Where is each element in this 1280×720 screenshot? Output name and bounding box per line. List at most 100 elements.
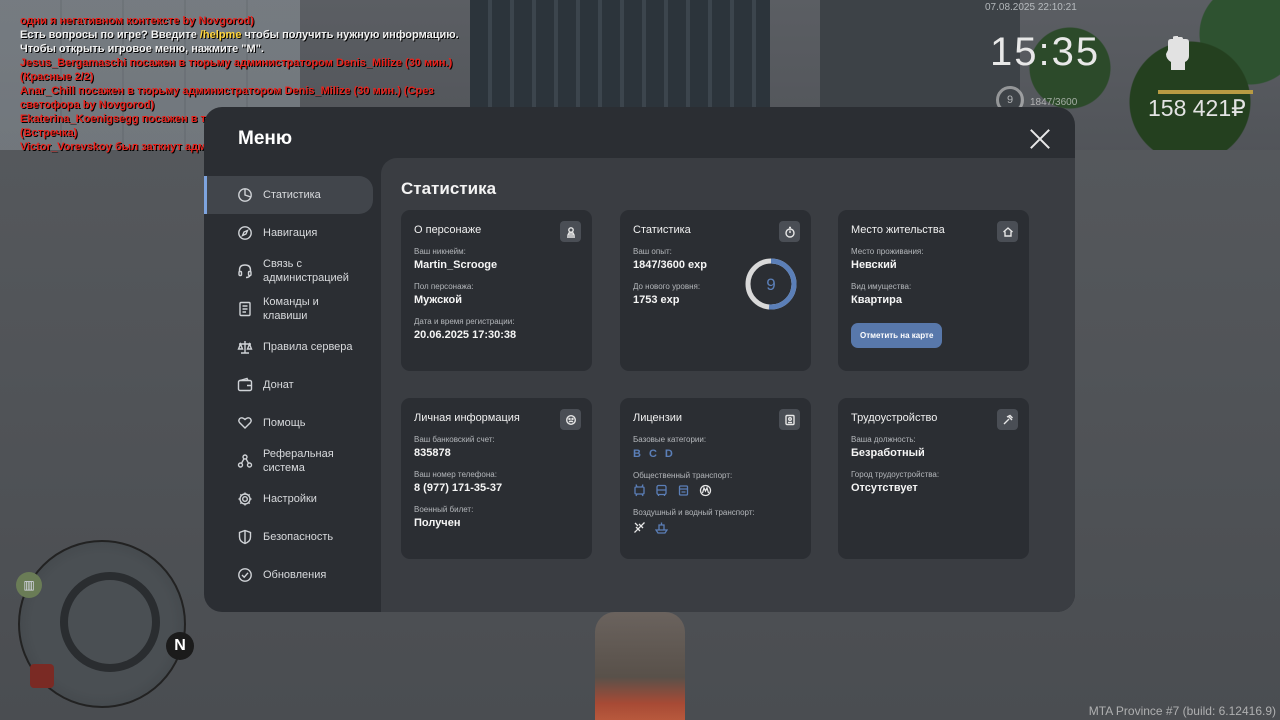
- bank-label: Ваш банковский счет:: [414, 435, 495, 444]
- hud-date: 07.08.2025 22:10:21: [985, 2, 1077, 13]
- basic-categories: BCD: [633, 448, 798, 460]
- menu-content: Статистика О персонаже Ваш никнейм: Mart…: [381, 158, 1075, 612]
- sidebar-item-label: Безопасность: [263, 531, 334, 543]
- card-character: О персонаже Ваш никнейм: Martin_Scrooge …: [401, 210, 592, 371]
- sidebar-item[interactable]: Настройки: [204, 480, 376, 518]
- card-licenses: Лицензии Базовые категории: BCD Обществе…: [620, 398, 811, 559]
- card-title: Трудоустройство: [851, 412, 938, 424]
- level-value: 9: [766, 275, 775, 294]
- game-menu: Меню Статистика Навигация Связь с админист…: [204, 107, 1075, 612]
- card-stats: Статистика Ваш опыт: 1847/3600 exp До но…: [620, 210, 811, 371]
- reg-label: Дата и время регистрации:: [414, 317, 515, 326]
- house-icon: [997, 221, 1018, 242]
- hud-money-bar: [1158, 90, 1253, 94]
- card-title: Лицензии: [633, 412, 683, 424]
- card-job: Трудоустройство Ваша должность: Безработ…: [838, 398, 1029, 559]
- card-personal: Личная информация Ваш банковский счет: 8…: [401, 398, 592, 559]
- sidebar-item-label: Связь с администрацией: [263, 258, 349, 284]
- license-category: D: [664, 448, 673, 460]
- card-title: Личная информация: [414, 412, 520, 424]
- sidebar-item-label: Донат: [263, 379, 294, 391]
- sidebar-item-label: Реферальная система: [263, 448, 334, 474]
- military-value: Получен: [414, 517, 461, 529]
- trolleybus-icon: [634, 484, 645, 497]
- hud-clock: 15:35: [990, 30, 1101, 74]
- content-title: Статистика: [401, 179, 497, 198]
- air-water-icons: [633, 521, 798, 534]
- reg-value: 20.06.2025 17:30:38: [414, 329, 517, 341]
- id-card-icon: [779, 409, 800, 430]
- wallet-icon: [237, 377, 253, 393]
- air-water-transport-label: Воздушный и водный транспорт:: [633, 508, 755, 517]
- chat-fragment: чтобы получить нужную информацию.: [241, 29, 459, 41]
- level-progress-ring: 9: [745, 258, 797, 310]
- license-category: B: [633, 448, 641, 460]
- plane-icon: [634, 522, 645, 533]
- license-category: C: [648, 448, 657, 460]
- hud-level: 9: [1006, 94, 1014, 106]
- minimap-north: N: [166, 632, 194, 660]
- boat-icon: [655, 522, 668, 534]
- player-character: [595, 612, 685, 720]
- chat-line: одни я негативном контексте by Novgorod): [20, 14, 465, 28]
- gear-icon: [237, 491, 253, 507]
- card-title: Место жительства: [851, 224, 945, 236]
- shield-icon: [237, 529, 253, 545]
- sidebar-item[interactable]: Правила сервера: [204, 328, 376, 366]
- mark-on-map-button[interactable]: Отметить на карте: [851, 323, 943, 348]
- sidebar-item[interactable]: Безопасность: [204, 518, 376, 556]
- face-icon: [560, 409, 581, 430]
- stopwatch-icon: [779, 221, 800, 242]
- sidebar-item-label: Статистика: [263, 189, 321, 201]
- nick-value: Martin_Scrooge: [414, 259, 498, 271]
- chat-fragment: Есть вопросы по игре? Введите: [20, 29, 200, 41]
- public-transport-label: Общественный транспорт:: [633, 471, 733, 480]
- military-label: Военный билет:: [414, 505, 474, 514]
- card-title: Статистика: [633, 224, 691, 236]
- minimap-road: [60, 572, 160, 672]
- property-value: Квартира: [851, 294, 903, 306]
- close-icon[interactable]: [1028, 127, 1052, 151]
- network-icon: [237, 453, 253, 469]
- sidebar-item[interactable]: Команды и клавиши: [204, 290, 376, 328]
- scales-icon: [237, 339, 253, 355]
- chat-fragment: одни я негативном контексте by Novgorod): [20, 15, 255, 27]
- chat-line: Есть вопросы по игре? Введите /helpme чт…: [20, 28, 465, 42]
- card-title: О персонаже: [414, 224, 482, 236]
- sidebar-item[interactable]: Навигация: [204, 214, 376, 252]
- bank-icon: ▥: [16, 572, 42, 598]
- tram-icon: [678, 485, 689, 496]
- hammer-icon: [997, 409, 1018, 430]
- person-stamp-icon: [560, 221, 581, 242]
- place-value: Невский: [851, 259, 897, 271]
- chat-fragment: Чтобы открыть игровое меню, нажмите "M".: [20, 43, 264, 55]
- public-transport-icons: [633, 484, 798, 497]
- sidebar-item-label: Правила сервера: [263, 341, 353, 353]
- sidebar-item[interactable]: Обновления: [204, 556, 376, 594]
- bank-value: 835878: [414, 447, 451, 459]
- chat-fragment: /helpme: [199, 29, 242, 41]
- sidebar-item[interactable]: Связь с администрацией: [204, 252, 376, 290]
- place-label: Место проживания:: [851, 247, 924, 256]
- sidebar-item-label: Помощь: [263, 417, 306, 429]
- chat-line: Jesus_Bergamaschi посажен в тюрьму админ…: [20, 56, 465, 84]
- pie-chart-icon: [237, 187, 253, 203]
- sidebar-item[interactable]: Статистика: [204, 176, 373, 214]
- sidebar-item-label: Навигация: [263, 227, 318, 239]
- sidebar-item[interactable]: Помощь: [204, 404, 376, 442]
- position-value: Безработный: [851, 447, 925, 459]
- sidebar-item-label: Обновления: [263, 569, 327, 581]
- sidebar-item-label: Команды и клавиши: [263, 296, 319, 322]
- sidebar-item[interactable]: Реферальная система: [204, 442, 376, 480]
- gender-value: Мужской: [414, 294, 463, 306]
- property-label: Вид имущества:: [851, 282, 912, 291]
- position-label: Ваша должность:: [851, 435, 916, 444]
- job-city-value: Отсутствует: [851, 482, 918, 494]
- heart-hand-icon: [237, 415, 253, 431]
- exp-label: Ваш опыт:: [633, 247, 672, 256]
- phone-label: Ваш номер телефона:: [414, 470, 497, 479]
- sidebar-item-label: Настройки: [263, 493, 317, 505]
- chat-line: Чтобы открыть игровое меню, нажмите "M".: [20, 42, 465, 56]
- bus-icon: [656, 484, 667, 496]
- sidebar-item[interactable]: Донат: [204, 366, 376, 404]
